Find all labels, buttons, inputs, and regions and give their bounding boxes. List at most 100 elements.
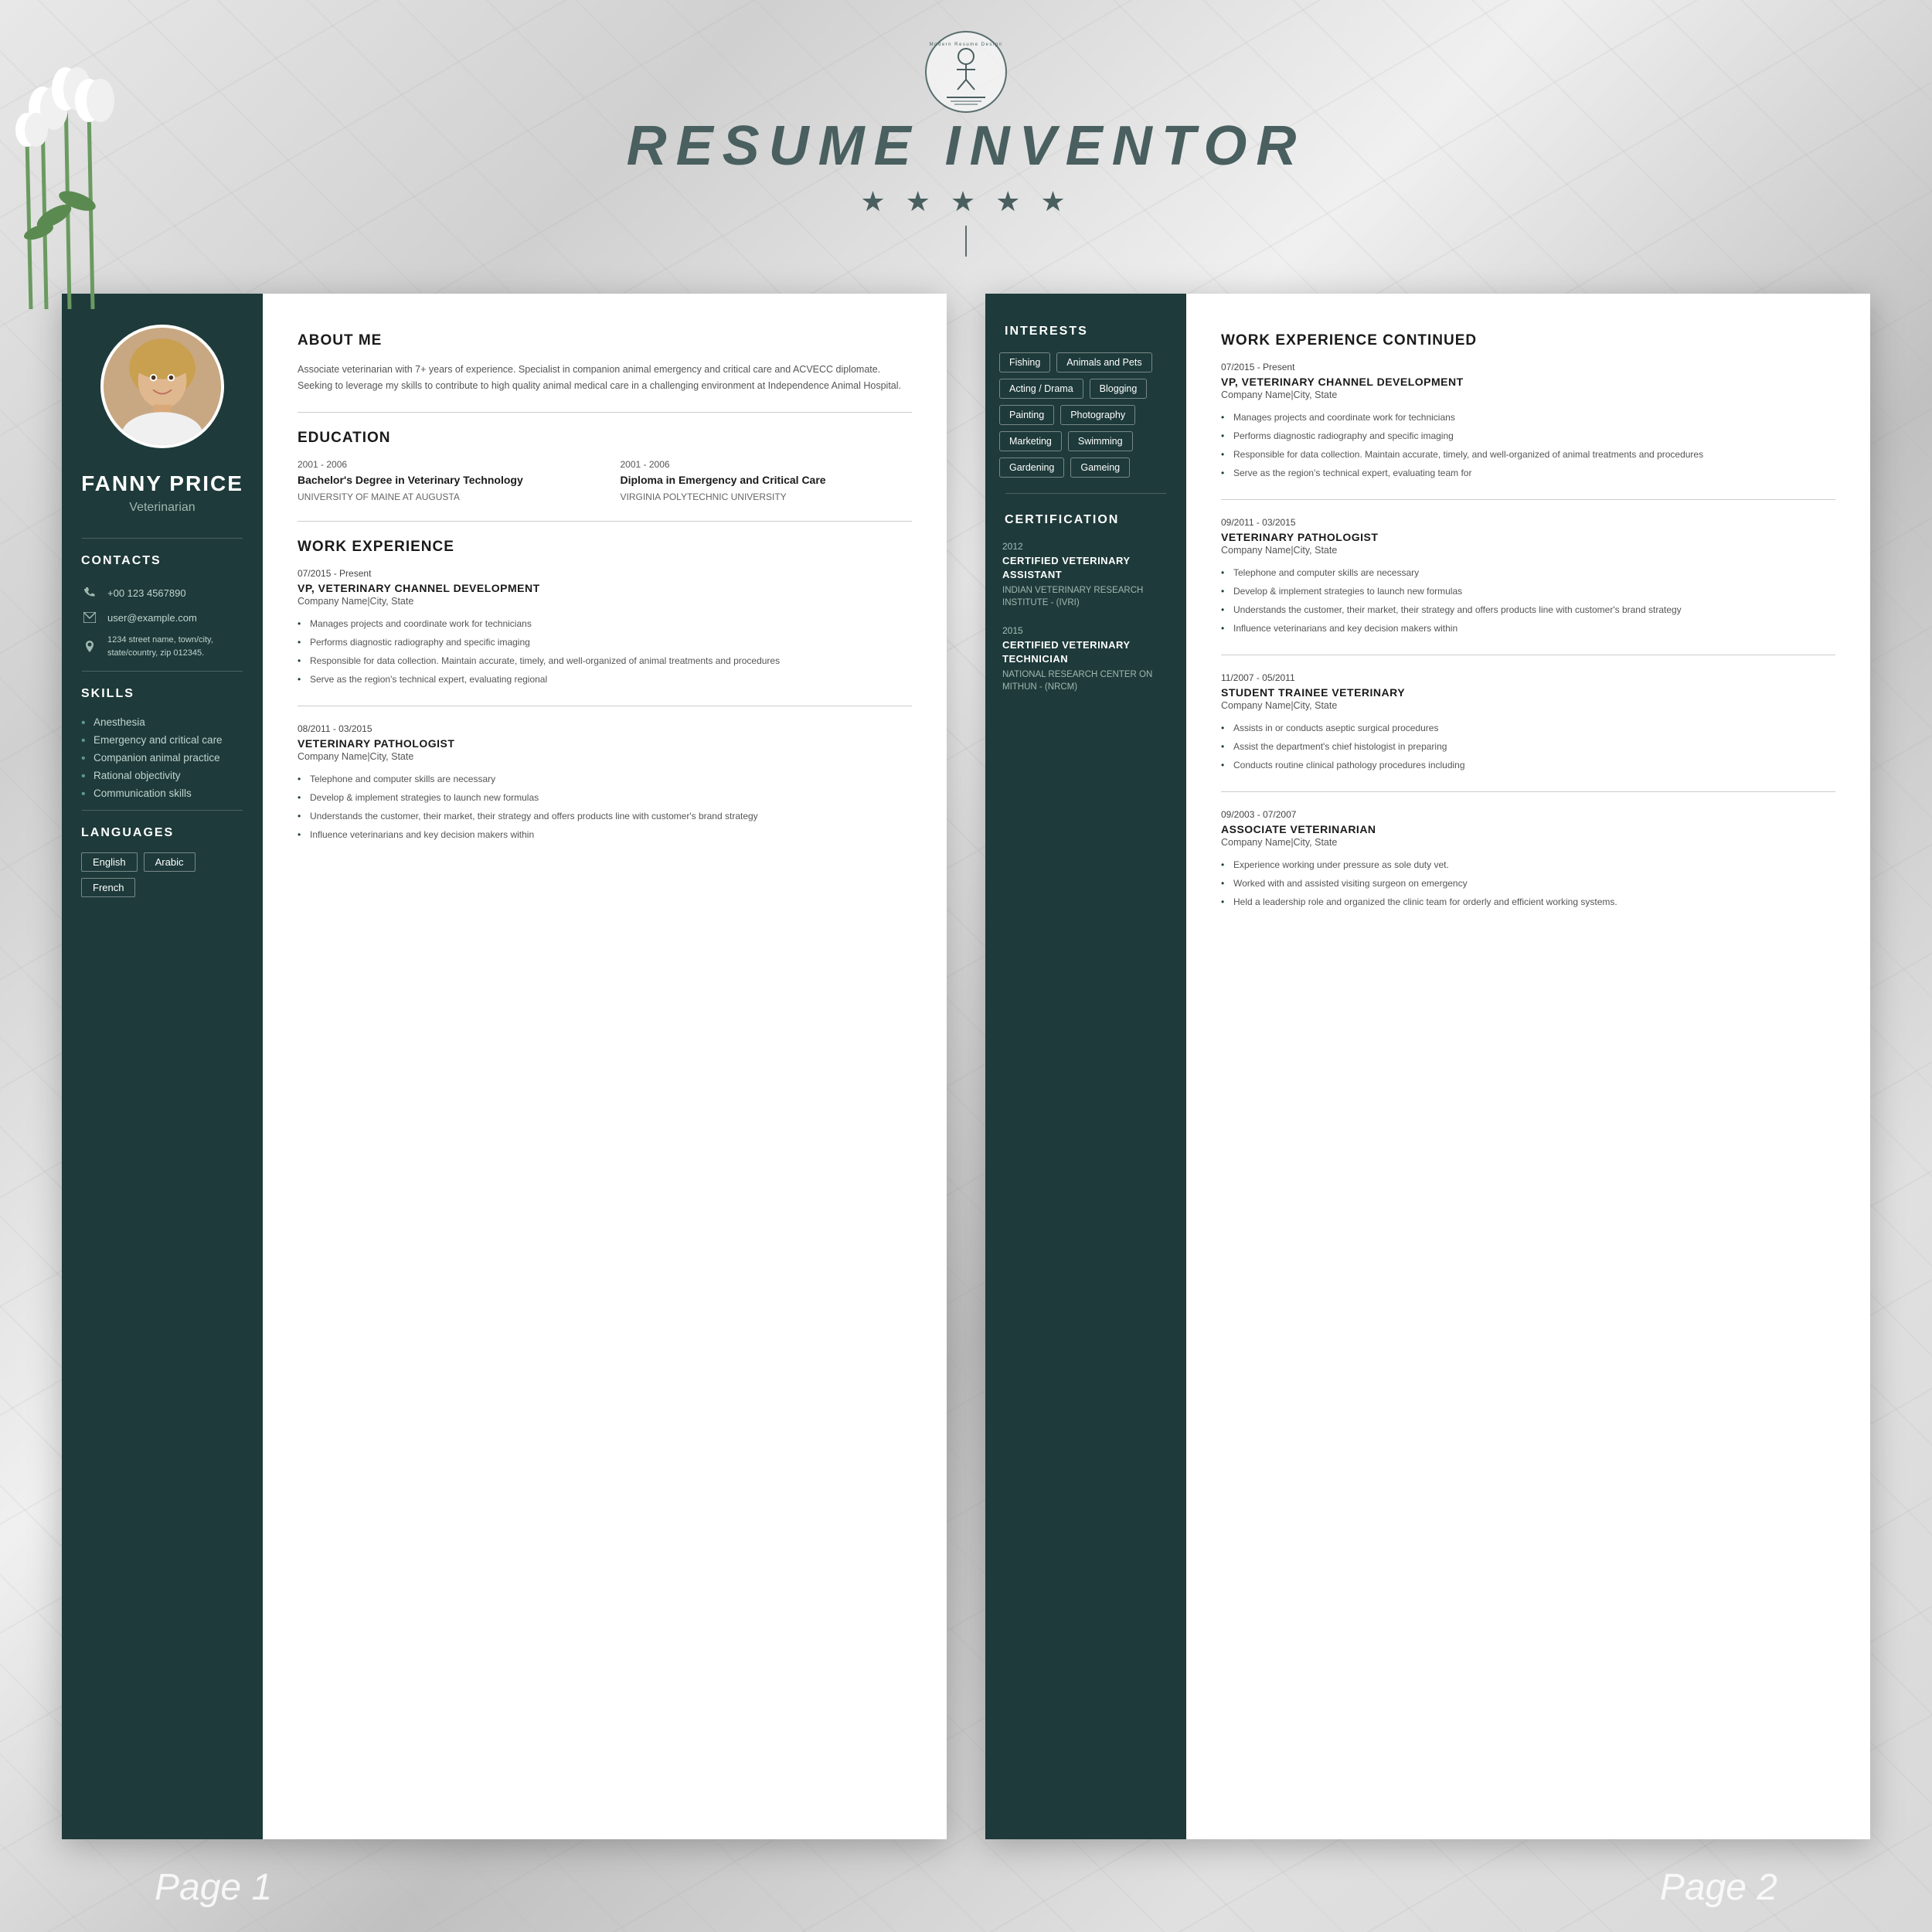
work-job-1: 07/2015 - Present VP, VETERINARY CHANNEL… bbox=[298, 568, 912, 689]
profile-photo-area bbox=[62, 294, 263, 471]
interest-gaming: Gameing bbox=[1070, 457, 1130, 478]
person-title: Veterinarian bbox=[129, 501, 195, 515]
work-date-2: 08/2011 - 03/2015 bbox=[298, 723, 912, 734]
site-title: RESUME INVENTOR bbox=[627, 114, 1306, 178]
edu-degree-1: Bachelor's Degree in Veterinary Technolo… bbox=[298, 473, 590, 488]
p2-bullet-2-1: Telephone and computer skills are necess… bbox=[1221, 563, 1835, 582]
skills-heading: SKILLS bbox=[62, 687, 263, 701]
work-heading: WORK EXPERIENCE bbox=[298, 539, 912, 556]
page2-main: WORK EXPERIENCE CONTINUED 07/2015 - Pres… bbox=[1186, 294, 1870, 1839]
skill-item-5: Communication skills bbox=[81, 784, 243, 802]
page2-label: Page 2 bbox=[1660, 1866, 1777, 1909]
bullet-2-4: Influence veterinarians and key decision… bbox=[298, 825, 912, 844]
sidebar-divider-2 bbox=[82, 671, 243, 672]
page1-main: ABOUT ME Associate veterinarian with 7+ … bbox=[263, 294, 947, 1839]
edu-school-1: UNIVERSITY OF MAINE AT AUGUSTA bbox=[298, 491, 590, 504]
work-title-2: VETERINARY PATHOLOGIST bbox=[298, 737, 912, 750]
p2-bullet-4-3: Held a leadership role and organized the… bbox=[1221, 893, 1835, 911]
p2-work-date-4: 09/2003 - 07/2007 bbox=[1221, 809, 1835, 820]
work-company-1: Company Name|City, State bbox=[298, 596, 912, 607]
p2-bullet-3-2: Assist the department's chief histologis… bbox=[1221, 737, 1835, 756]
content-divider-1 bbox=[298, 412, 912, 413]
skills-list: Anesthesia Emergency and critical care C… bbox=[62, 713, 263, 802]
contacts-heading: CONTACTS bbox=[62, 554, 263, 568]
email-text: user@example.com bbox=[107, 612, 197, 624]
work-job-2: 08/2011 - 03/2015 VETERINARY PATHOLOGIST… bbox=[298, 723, 912, 844]
p2-work-company-4: Company Name|City, State bbox=[1221, 837, 1835, 848]
p2-work-job-1: 07/2015 - Present VP, VETERINARY CHANNEL… bbox=[1221, 362, 1835, 482]
skill-item-1: Anesthesia bbox=[81, 713, 243, 731]
contact-email: user@example.com bbox=[62, 605, 263, 630]
cert-1: 2012 CERTIFIED VETERINARY ASSISTANT INDI… bbox=[985, 541, 1186, 610]
bullet-1-4: Serve as the region's technical expert, … bbox=[298, 670, 912, 689]
education-heading: EDUCATION bbox=[298, 430, 912, 447]
interests-heading: INTERESTS bbox=[985, 325, 1186, 338]
p2-work-job-3: 11/2007 - 05/2011 STUDENT TRAINEE VETERI… bbox=[1221, 672, 1835, 774]
phone-icon bbox=[81, 584, 98, 601]
sidebar-divider-1 bbox=[82, 538, 243, 539]
sidebar2-divider-1 bbox=[1005, 493, 1166, 494]
interest-swimming: Swimming bbox=[1068, 431, 1133, 451]
svg-text:Modern Resume Design: Modern Resume Design bbox=[930, 43, 1003, 47]
edu-item-1: 2001 - 2006 Bachelor's Degree in Veterin… bbox=[298, 459, 590, 504]
profile-photo bbox=[100, 325, 224, 448]
cert-org-1: INDIAN VETERINARY RESEARCH INSTITUTE - (… bbox=[1002, 584, 1169, 609]
p2-bullet-1-3: Responsible for data collection. Maintai… bbox=[1221, 445, 1835, 464]
cert-title-2: CERTIFIED VETERINARY TECHNICIAN bbox=[1002, 638, 1169, 666]
p2-bullet-3-1: Assists in or conducts aseptic surgical … bbox=[1221, 719, 1835, 737]
edu-year-1: 2001 - 2006 bbox=[298, 459, 590, 470]
contact-phone: +00 123 4567890 bbox=[62, 580, 263, 605]
p2-work-title-2: VETERINARY PATHOLOGIST bbox=[1221, 531, 1835, 543]
work-bullets-2: Telephone and computer skills are necess… bbox=[298, 770, 912, 844]
edu-item-2: 2001 - 2006 Diploma in Emergency and Cri… bbox=[621, 459, 913, 504]
p2-work-date-2: 09/2011 - 03/2015 bbox=[1221, 517, 1835, 528]
interest-fishing: Fishing bbox=[999, 352, 1050, 372]
lang-arabic: Arabic bbox=[144, 852, 196, 872]
p2-bullet-2-3: Understands the customer, their market, … bbox=[1221, 600, 1835, 619]
rating-stars: ★ ★ ★ ★ ★ bbox=[860, 185, 1071, 218]
cert-year-1: 2012 bbox=[1002, 541, 1169, 552]
p2-divider-1 bbox=[1221, 499, 1835, 500]
cert-year-2: 2015 bbox=[1002, 625, 1169, 636]
p2-work-company-2: Company Name|City, State bbox=[1221, 545, 1835, 556]
address-icon bbox=[81, 638, 98, 655]
header: Modern Resume Design RESUME INVENTOR ★ ★… bbox=[0, 0, 1932, 286]
interests-grid: Fishing Animals and Pets Acting / Drama … bbox=[985, 352, 1186, 478]
cert-org-2: NATIONAL RESEARCH CENTER ON MITHUN - (NR… bbox=[1002, 668, 1169, 693]
phone-text: +00 123 4567890 bbox=[107, 587, 186, 599]
edu-degree-2: Diploma in Emergency and Critical Care bbox=[621, 473, 913, 488]
page-2: INTERESTS Fishing Animals and Pets Actin… bbox=[985, 294, 1870, 1839]
work-date-1: 07/2015 - Present bbox=[298, 568, 912, 579]
p2-bullet-4-2: Worked with and assisted visiting surgeo… bbox=[1221, 874, 1835, 893]
lang-french: French bbox=[81, 878, 135, 897]
cert-2: 2015 CERTIFIED VETERINARY TECHNICIAN NAT… bbox=[985, 625, 1186, 694]
lang-tags: English Arabic French bbox=[81, 852, 243, 897]
interest-painting: Painting bbox=[999, 405, 1054, 425]
interest-acting: Acting / Drama bbox=[999, 379, 1083, 399]
interest-photography: Photography bbox=[1060, 405, 1135, 425]
bullet-1-3: Responsible for data collection. Maintai… bbox=[298, 651, 912, 670]
logo-circle: Modern Resume Design bbox=[923, 29, 1009, 114]
contact-address: 1234 street name, town/city, state/count… bbox=[62, 630, 263, 663]
p2-work-job-2: 09/2011 - 03/2015 VETERINARY PATHOLOGIST… bbox=[1221, 517, 1835, 638]
interest-animals: Animals and Pets bbox=[1056, 352, 1151, 372]
skill-item-3: Companion animal practice bbox=[81, 749, 243, 767]
edu-year-2: 2001 - 2006 bbox=[621, 459, 913, 470]
p2-divider-3 bbox=[1221, 791, 1835, 792]
p2-work-job-4: 09/2003 - 07/2007 ASSOCIATE VETERINARIAN… bbox=[1221, 809, 1835, 911]
about-text: Associate veterinarian with 7+ years of … bbox=[298, 362, 912, 395]
p2-work-bullets-4: Experience working under pressure as sol… bbox=[1221, 855, 1835, 911]
sidebar-divider-3 bbox=[82, 810, 243, 811]
page1-label: Page 1 bbox=[155, 1866, 272, 1909]
p2-work-bullets-2: Telephone and computer skills are necess… bbox=[1221, 563, 1835, 638]
bullet-1-1: Manages projects and coordinate work for… bbox=[298, 614, 912, 633]
page1-sidebar: FANNY PRICE Veterinarian CONTACTS +00 12… bbox=[62, 294, 263, 1839]
p2-work-company-3: Company Name|City, State bbox=[1221, 700, 1835, 711]
p2-bullet-2-4: Influence veterinarians and key decision… bbox=[1221, 619, 1835, 638]
p2-work-date-3: 11/2007 - 05/2011 bbox=[1221, 672, 1835, 683]
page-labels: Page 1 Page 2 bbox=[0, 1866, 1932, 1909]
pages-container: FANNY PRICE Veterinarian CONTACTS +00 12… bbox=[62, 294, 1870, 1839]
lang-english: English bbox=[81, 852, 138, 872]
skill-item-2: Emergency and critical care bbox=[81, 731, 243, 749]
languages-heading: LANGUAGES bbox=[62, 826, 263, 840]
